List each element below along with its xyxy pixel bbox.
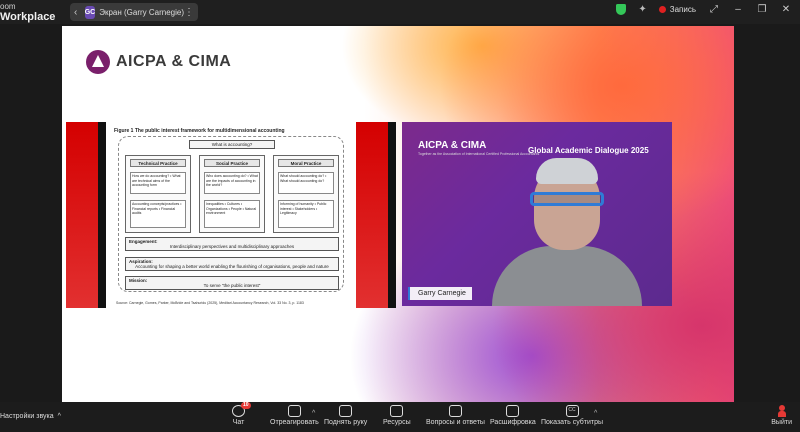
column-concerns: Accounting concepts/practices • Financia…	[130, 200, 186, 228]
video-logo-text: AICPA & CIMA	[418, 140, 487, 151]
audio-settings-label: Настройки звука	[0, 413, 54, 420]
aicpa-logo-icon	[86, 50, 110, 74]
record-dot-icon	[658, 6, 666, 13]
raise-hand-label: Поднять руку	[324, 419, 368, 426]
captions-chevron-up-icon[interactable]: ^	[594, 410, 597, 417]
chevron-up-icon[interactable]: ^	[58, 413, 61, 420]
speaker-name-tag: Garry Carnegie	[408, 287, 472, 300]
red-side-right	[356, 122, 388, 308]
column-title: Moral Practice	[278, 159, 334, 167]
chat-badge: 10	[241, 402, 251, 409]
qa-button[interactable]: Вопросы и ответы	[426, 405, 485, 426]
column-questions: What should accounting do? • What should…	[278, 172, 334, 194]
column-moral: Moral Practice What should accounting do…	[273, 155, 339, 233]
engagement-text: Interdisciplinary perspectives and multi…	[169, 244, 295, 249]
titlebar-controls: ✦ Запись ⤢ – ❐ ✕	[616, 4, 792, 15]
chat-button[interactable]: 10 Чат	[232, 402, 251, 426]
speaker-hair	[536, 158, 598, 184]
engagement-label: Engagement:	[129, 239, 158, 244]
slide-logo: AICPA & CIMA	[86, 50, 231, 74]
chat-icon: 10	[232, 402, 251, 417]
avatar: GC	[84, 5, 96, 19]
resources-icon	[390, 405, 404, 417]
transcript-label: Расшифровка	[490, 419, 536, 426]
event-title: Global Academic Dialogue 2025	[528, 146, 649, 155]
recording-label: Запись	[669, 5, 696, 14]
screen-share-pill[interactable]: ‹ GC Экран (Garry Carnegie) ⋮	[70, 3, 198, 21]
column-title: Social Practice	[204, 159, 260, 167]
recording-indicator[interactable]: Запись	[658, 5, 696, 14]
transcript-icon	[506, 405, 520, 417]
hand-icon	[339, 405, 353, 417]
audio-settings[interactable]: Настройки звука ^	[0, 413, 61, 420]
react-label: Отреагировать	[270, 419, 319, 426]
speaker-glasses	[530, 192, 604, 206]
column-title: Technical Practice	[130, 159, 186, 167]
question-icon	[448, 405, 462, 417]
app-brand: oom Workplace	[0, 2, 56, 23]
presentation-slide: AICPA & CIMA Figure 1 The public interes…	[62, 26, 734, 402]
mission-label: Mission:	[129, 278, 148, 283]
red-side-left	[66, 122, 98, 308]
heart-icon	[287, 405, 301, 417]
meeting-toolbar: Настройки звука ^ 10 Чат Отреагировать ^…	[0, 402, 800, 432]
mission-box: Mission: To serve "the public interest"	[125, 276, 339, 290]
speaker-image	[492, 156, 642, 306]
react-chevron-up-icon[interactable]: ^	[312, 410, 315, 417]
minimize-icon[interactable]: –	[732, 4, 744, 15]
more-options-icon[interactable]: ⋮	[184, 7, 194, 18]
qa-label: Вопросы и ответы	[426, 419, 485, 426]
document-page: Figure 1 The public interest framework f…	[106, 122, 356, 308]
fullscreen-icon[interactable]: ⤢	[708, 4, 720, 15]
engagement-box: Engagement: Interdisciplinary perspectiv…	[125, 237, 339, 251]
column-questions: Who does accounting do? • What are the i…	[204, 172, 260, 194]
framework-frame: What is accounting? Technical Practice H…	[118, 136, 344, 292]
speaker-shoulders	[492, 246, 642, 306]
leave-icon	[775, 405, 789, 417]
transcript-button[interactable]: Расшифровка	[490, 405, 536, 426]
title-bar: oom Workplace ‹ GC Экран (Garry Carnegie…	[0, 0, 800, 24]
column-concerns: Informing of humanity • Public interest …	[278, 200, 334, 228]
column-questions: How we do accounting? • What are technic…	[130, 172, 186, 194]
aspiration-box: Aspiration: Accounting for shaping a bet…	[125, 257, 339, 271]
figure-title: Figure 1 The public interest framework f…	[114, 128, 285, 134]
restore-icon[interactable]: ❐	[756, 4, 768, 15]
resources-button[interactable]: Ресурсы	[383, 405, 411, 426]
captions-icon: CC	[565, 405, 579, 417]
document-image: Figure 1 The public interest framework f…	[66, 122, 396, 308]
exit-label: Выйти	[771, 419, 792, 426]
close-icon[interactable]: ✕	[780, 4, 792, 15]
column-social: Social Practice Who does accounting do? …	[199, 155, 265, 233]
share-label: Экран (Garry Carnegie)	[99, 7, 184, 17]
raise-hand-button[interactable]: Поднять руку	[324, 405, 367, 426]
chevron-left-icon[interactable]: ‹	[74, 7, 81, 18]
mission-text: To serve "the public interest"	[203, 283, 261, 288]
ai-companion-icon[interactable]: ✦	[638, 4, 646, 15]
top-question-box: What is accounting?	[189, 140, 275, 149]
aspiration-text: Accounting for shaping a better world en…	[135, 264, 329, 269]
captions-label: Показать субтитры	[541, 419, 604, 426]
speaker-video: AICPA & CIMA Together as the Association…	[402, 122, 672, 306]
brand-line2: Workplace	[0, 11, 56, 23]
slide-logo-text: AICPA & CIMA	[116, 53, 232, 70]
column-concerns: Inequalities • Cultures • Organizations …	[204, 200, 260, 228]
video-logo: AICPA & CIMA Together as the Association…	[418, 140, 539, 156]
source-citation: Source: Carnegie, Gomes, Parker, McBride…	[116, 301, 304, 305]
column-technical: Technical Practice How we do accounting?…	[125, 155, 191, 233]
exit-button[interactable]: Выйти	[771, 405, 792, 426]
chat-label: Чат	[232, 419, 245, 426]
shared-screen-area: AICPA & CIMA Figure 1 The public interes…	[0, 24, 800, 402]
resources-label: Ресурсы	[383, 419, 411, 426]
shield-icon[interactable]	[616, 4, 627, 15]
